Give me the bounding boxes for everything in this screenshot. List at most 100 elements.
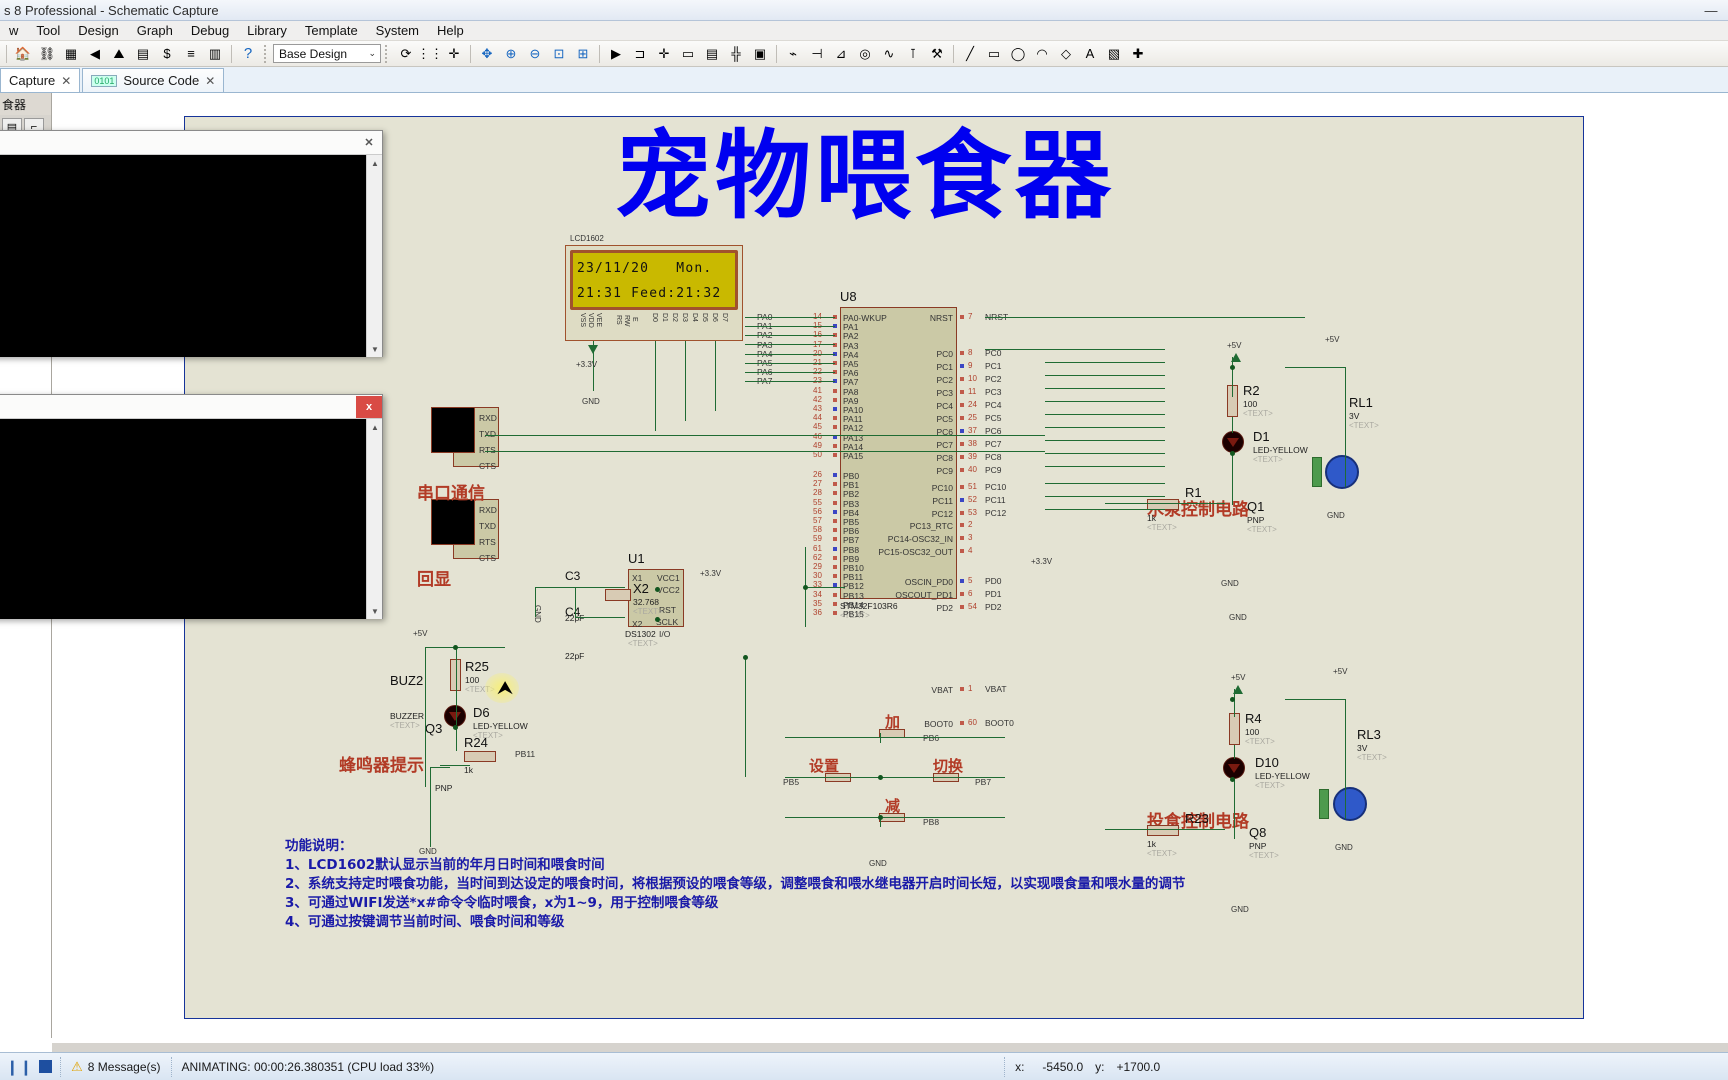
menu-item-library[interactable]: Library	[238, 21, 296, 40]
tape-mode-icon[interactable]: ◎	[854, 43, 876, 65]
hierarchy-icon[interactable]: ⛓	[36, 43, 58, 65]
led-d6-symbol[interactable]	[444, 705, 466, 727]
chevron-up-icon[interactable]: ▲	[367, 419, 382, 435]
path-tool-icon[interactable]: ◇	[1055, 43, 1077, 65]
feed-motor[interactable]	[1333, 787, 1367, 821]
virtual-terminal-2-output[interactable]: IPMUX=1 IPSERVER=1,8080 ▲ ▼	[0, 419, 382, 619]
text-tool-icon[interactable]: A	[1079, 43, 1101, 65]
home-icon[interactable]: 🏠	[12, 43, 34, 65]
pan-icon[interactable]: ✥	[476, 43, 498, 65]
mcu-pin-number-57: 57	[813, 516, 822, 525]
chip-icon[interactable]: ▦	[60, 43, 82, 65]
menu-item-view[interactable]: w	[0, 21, 27, 40]
chevron-down-icon[interactable]: ▼	[367, 603, 382, 619]
zoom-area-icon[interactable]: ⊡	[548, 43, 570, 65]
menu-item-system[interactable]: System	[367, 21, 428, 40]
symbol-tool-icon[interactable]: ▧	[1103, 43, 1125, 65]
menu-item-graph[interactable]: Graph	[128, 21, 182, 40]
line-tool-icon[interactable]: ╱	[959, 43, 981, 65]
gnd-label-pump: GND	[1221, 579, 1239, 588]
virtual-terminal-window-2[interactable]: ual Terminal x IPMUX=1 IPSERVER=1,8080 ▲…	[0, 394, 383, 619]
cost-icon[interactable]: $	[156, 43, 178, 65]
netlist-icon[interactable]: ≡	[180, 43, 202, 65]
mcu-pin-number-8: 8	[968, 348, 973, 357]
mcu-pin-name-pc4: PC4	[936, 401, 953, 411]
wire-label-icon[interactable]: ▭	[677, 43, 699, 65]
menu-item-design[interactable]: Design	[69, 21, 127, 40]
resistor-r4-body[interactable]	[1229, 713, 1240, 745]
tab-source-code[interactable]: 0101 Source Code ✕	[82, 68, 225, 92]
resistor-r23-body[interactable]	[1147, 825, 1179, 836]
virtual-terminal-2-titlebar[interactable]: ual Terminal x	[0, 395, 382, 419]
tortoise-icon[interactable]: ⛰	[108, 43, 130, 65]
report-icon[interactable]: ▥	[204, 43, 226, 65]
bus-icon[interactable]: ╬	[725, 43, 747, 65]
messages-indicator[interactable]: ⚠ 8 Message(s)	[60, 1056, 170, 1077]
back-green-icon[interactable]: ◀	[84, 43, 106, 65]
pin-mode-icon[interactable]: ⊣	[806, 43, 828, 65]
mcu-pin-number-25: 25	[968, 413, 977, 422]
graph-mode-icon[interactable]: ⊿	[830, 43, 852, 65]
tab-capture[interactable]: Capture ✕	[0, 68, 81, 92]
led-d1-symbol[interactable]	[1222, 431, 1244, 453]
menu-item-tool[interactable]: Tool	[27, 21, 69, 40]
subcircuit-icon[interactable]: ▣	[749, 43, 771, 65]
chevron-down-icon[interactable]: ▼	[367, 341, 382, 357]
circle-tool-icon[interactable]: ◯	[1007, 43, 1029, 65]
wire	[1105, 503, 1225, 504]
motor-terminal-2	[1319, 789, 1329, 819]
menu-item-template[interactable]: Template	[296, 21, 367, 40]
toolbar-grip[interactable]	[264, 44, 269, 63]
select-mode-icon[interactable]: ▶	[605, 43, 627, 65]
terminal-mode-icon[interactable]: ⌁	[782, 43, 804, 65]
lcd-pin-d6: D6	[711, 313, 718, 322]
scrollbar-vertical[interactable]: ▲ ▼	[366, 419, 382, 619]
led-d10-symbol[interactable]	[1223, 757, 1245, 779]
minimize-button[interactable]: —	[1694, 0, 1728, 20]
component-mode-icon[interactable]: ⊐	[629, 43, 651, 65]
probe-mode-icon[interactable]: ⊺	[902, 43, 924, 65]
wire	[535, 587, 536, 617]
zoom-in-icon[interactable]: ⊕	[500, 43, 522, 65]
box-tool-icon[interactable]: ▭	[983, 43, 1005, 65]
junction-icon[interactable]: ✛	[653, 43, 675, 65]
bom-icon[interactable]: ▤	[132, 43, 154, 65]
arc-tool-icon[interactable]: ◠	[1031, 43, 1053, 65]
wire	[1234, 745, 1235, 759]
marker-tool-icon[interactable]: ✚	[1127, 43, 1149, 65]
led-d10-part: LED-YELLOW	[1255, 771, 1310, 781]
virtual-instrument-icon[interactable]: ⚒	[926, 43, 948, 65]
menu-item-debug[interactable]: Debug	[182, 21, 238, 40]
rtc-pin-x2: X2	[632, 619, 643, 629]
close-icon[interactable]: ✕	[61, 74, 71, 88]
refresh-icon[interactable]: ⟳	[395, 43, 417, 65]
zoom-all-icon[interactable]: ⊞	[572, 43, 594, 65]
close-icon[interactable]: x	[356, 395, 382, 418]
zoom-out-icon[interactable]: ⊖	[524, 43, 546, 65]
stop-icon[interactable]	[39, 1060, 53, 1073]
chevron-up-icon[interactable]: ▲	[367, 155, 382, 171]
virtual-terminal-1-titlebar[interactable]: tual Terminal ✕	[0, 131, 382, 155]
virtual-terminal-1-output[interactable]: ▲ ▼	[0, 155, 382, 357]
crystal-body[interactable]	[605, 589, 631, 601]
origin-icon[interactable]: ✛	[443, 43, 465, 65]
rtc-pin-io: I/O	[659, 629, 671, 639]
schematic-sheet[interactable]: 宠物喂食器 LCD1602 23/11/20 Mon. 21:31 Feed:2…	[184, 116, 1584, 1019]
resistor-r24-body[interactable]	[464, 751, 496, 762]
generator-mode-icon[interactable]: ∿	[878, 43, 900, 65]
pump-motor-1[interactable]	[1325, 455, 1359, 489]
close-icon[interactable]: ✕	[205, 74, 215, 88]
design-selector[interactable]: Base Design ⌄	[273, 44, 381, 63]
menu-item-help[interactable]: Help	[428, 21, 473, 40]
close-icon[interactable]: ✕	[356, 132, 382, 154]
pause-icon[interactable]: ❙❙	[0, 1058, 39, 1076]
virtual-terminal-window-1[interactable]: tual Terminal ✕ ▲ ▼	[0, 130, 383, 357]
mcu-pin-number-58: 58	[813, 525, 822, 535]
grid-icon[interactable]: ⋮⋮	[417, 43, 443, 65]
scrollbar-vertical[interactable]: ▲ ▼	[366, 155, 382, 357]
mcu-pin-name-pa15: PA15	[843, 451, 864, 461]
help-icon[interactable]: ?	[237, 43, 259, 65]
toolbar-grip-2[interactable]	[385, 44, 390, 63]
wire	[745, 317, 835, 318]
text-script-icon[interactable]: ▤	[701, 43, 723, 65]
